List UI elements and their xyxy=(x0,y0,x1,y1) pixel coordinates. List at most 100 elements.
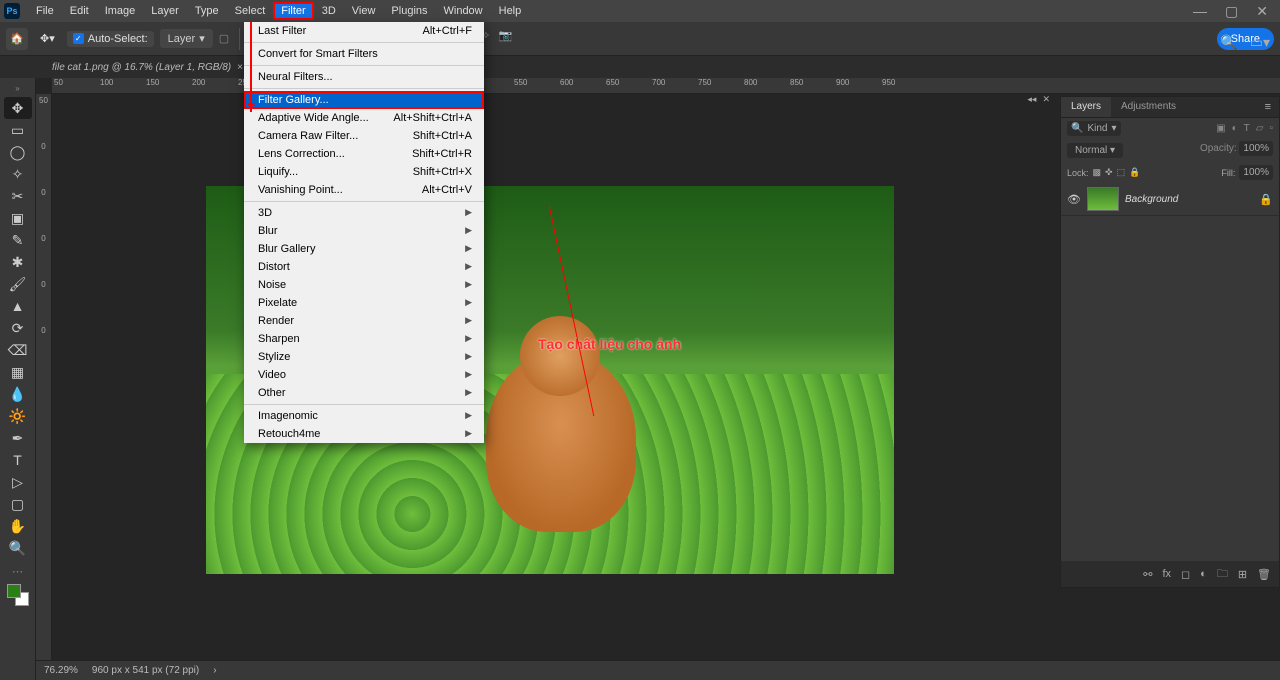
opacity-value[interactable]: 100% xyxy=(1239,141,1273,156)
autoselect-checkbox[interactable]: ✓ Auto-Select: xyxy=(67,31,154,47)
menu-layer[interactable]: Layer xyxy=(143,2,187,20)
menu-item-imagenomic[interactable]: Imagenomic▶ xyxy=(244,407,484,425)
tool-eraser[interactable]: ⌫ xyxy=(4,339,32,361)
tool-artboard[interactable]: ▭ xyxy=(4,119,32,141)
menu-item-blur[interactable]: Blur▶ xyxy=(244,222,484,240)
layer-thumbnail[interactable] xyxy=(1087,187,1119,211)
lock-artboard-icon[interactable]: ⬚ xyxy=(1117,167,1126,178)
filter-smart-icon[interactable]: ▫ xyxy=(1269,123,1273,134)
menu-item-filter-gallery[interactable]: Filter Gallery... xyxy=(244,91,484,109)
layer-name[interactable]: Background xyxy=(1125,194,1253,205)
filter-kind-dropdown[interactable]: Kind xyxy=(1087,123,1107,134)
autoselect-target-dropdown[interactable]: Layer▾ xyxy=(160,29,213,48)
menu-item-adaptive-wide-angle[interactable]: Adaptive Wide Angle...Alt+Shift+Ctrl+A xyxy=(244,109,484,127)
blend-mode-dropdown[interactable]: Normal ▾ xyxy=(1067,143,1123,158)
doc-tab-0[interactable]: file cat 1.png @ 16.7% (Layer 1, RGB/8)× xyxy=(42,59,253,76)
fx-icon[interactable]: fx xyxy=(1162,568,1171,580)
edit-toolbar-icon[interactable]: ⋯ xyxy=(12,565,23,578)
tool-quick-select[interactable]: ✧ xyxy=(4,163,32,185)
workspace-icon[interactable]: ▭▾ xyxy=(1250,34,1270,51)
menu-3d[interactable]: 3D xyxy=(314,2,344,20)
tool-lasso[interactable]: ◯ xyxy=(4,141,32,163)
menu-image[interactable]: Image xyxy=(97,2,144,20)
adjustment-icon[interactable]: ◐ xyxy=(1200,568,1207,580)
tool-type[interactable]: T xyxy=(4,449,32,471)
lock-all-icon[interactable]: 🔒 xyxy=(1129,167,1140,178)
delete-icon[interactable]: 🗑 xyxy=(1257,568,1271,581)
menu-item-stylize[interactable]: Stylize▶ xyxy=(244,348,484,366)
lock-pixels-icon[interactable]: ▩ xyxy=(1093,167,1102,178)
menu-item-last-filter[interactable]: Last FilterAlt+Ctrl+F xyxy=(244,22,484,40)
tool-brush[interactable]: 🖌 xyxy=(4,273,32,295)
menu-window[interactable]: Window xyxy=(436,2,491,20)
toolbar-expand-icon[interactable]: » xyxy=(15,84,19,93)
menu-item-retouch4me[interactable]: Retouch4me▶ xyxy=(244,425,484,443)
panel-tab-adjustments[interactable]: Adjustments xyxy=(1111,97,1186,117)
menu-view[interactable]: View xyxy=(344,2,384,20)
tool-healing[interactable]: ✱ xyxy=(4,251,32,273)
chevron-right-icon[interactable]: › xyxy=(213,665,216,676)
tool-zoom[interactable]: 🔍 xyxy=(4,537,32,559)
filter-pixel-icon[interactable]: ▣ xyxy=(1216,123,1225,134)
menu-item-render[interactable]: Render▶ xyxy=(244,312,484,330)
zoom-level[interactable]: 76.29% xyxy=(44,665,78,676)
menu-item-sharpen[interactable]: Sharpen▶ xyxy=(244,330,484,348)
menu-item-neural-filters[interactable]: Neural Filters... xyxy=(244,68,484,86)
tool-clone[interactable]: ▲ xyxy=(4,295,32,317)
panel-collapse-icon[interactable]: ◂◂ xyxy=(1027,94,1036,105)
menu-item-3d[interactable]: 3D▶ xyxy=(244,204,484,222)
panel-menu-icon[interactable]: ≡ xyxy=(1257,97,1279,117)
menu-item-vanishing-point[interactable]: Vanishing Point...Alt+Ctrl+V xyxy=(244,181,484,199)
new-layer-icon[interactable]: ⊞ xyxy=(1238,568,1247,581)
filter-shape-icon[interactable]: ▱ xyxy=(1256,123,1264,134)
3d-camera-icon[interactable]: 📷 xyxy=(499,29,513,48)
tool-frame[interactable]: ▣ xyxy=(4,207,32,229)
panel-tab-layers[interactable]: Layers xyxy=(1061,97,1111,117)
tool-history-brush[interactable]: ⟳ xyxy=(4,317,32,339)
menu-item-pixelate[interactable]: Pixelate▶ xyxy=(244,294,484,312)
fill-value[interactable]: 100% xyxy=(1239,165,1273,180)
menu-item-camera-raw-filter[interactable]: Camera Raw Filter...Shift+Ctrl+A xyxy=(244,127,484,145)
home-icon[interactable]: 🏠 xyxy=(6,28,28,50)
group-icon[interactable]: 🗀 xyxy=(1217,565,1228,584)
menu-help[interactable]: Help xyxy=(491,2,530,20)
mask-icon[interactable]: ◻ xyxy=(1181,568,1190,581)
window-maximize-icon[interactable]: ▢ xyxy=(1225,3,1238,20)
menu-item-distort[interactable]: Distort▶ xyxy=(244,258,484,276)
window-minimize-icon[interactable]: — xyxy=(1193,3,1207,20)
visibility-icon[interactable]: 👁 xyxy=(1067,193,1081,206)
filter-type-icon[interactable]: T xyxy=(1244,123,1250,134)
tool-pen[interactable]: ✒ xyxy=(4,427,32,449)
tool-dodge[interactable]: 🔆 xyxy=(4,405,32,427)
search-icon[interactable]: 🔍 xyxy=(1220,34,1237,51)
menu-type[interactable]: Type xyxy=(187,2,227,20)
menu-edit[interactable]: Edit xyxy=(62,2,97,20)
filter-adjust-icon[interactable]: ◐ xyxy=(1232,123,1238,134)
window-close-icon[interactable]: ✕ xyxy=(1256,3,1268,20)
menu-select[interactable]: Select xyxy=(227,2,274,20)
menu-file[interactable]: File xyxy=(28,2,62,20)
tool-gradient[interactable]: ▦ xyxy=(4,361,32,383)
menu-item-video[interactable]: Video▶ xyxy=(244,366,484,384)
tool-rectangle[interactable]: ▢ xyxy=(4,493,32,515)
close-icon[interactable]: × xyxy=(237,62,243,73)
menu-filter[interactable]: Filter xyxy=(273,2,313,20)
menu-item-blur-gallery[interactable]: Blur Gallery▶ xyxy=(244,240,484,258)
tool-path-select[interactable]: ▷ xyxy=(4,471,32,493)
tool-hand[interactable]: ✋ xyxy=(4,515,32,537)
layer-row[interactable]: 👁 Background 🔒 xyxy=(1061,183,1279,216)
menu-item-lens-correction[interactable]: Lens Correction...Shift+Ctrl+R xyxy=(244,145,484,163)
tool-crop[interactable]: ✂ xyxy=(4,185,32,207)
lock-position-icon[interactable]: ✜ xyxy=(1105,167,1113,178)
panel-close-icon[interactable]: ✕ xyxy=(1042,94,1050,105)
link-layers-icon[interactable]: ⚯ xyxy=(1143,568,1152,581)
menu-item-convert-for-smart-filters[interactable]: Convert for Smart Filters xyxy=(244,45,484,63)
tool-eyedropper[interactable]: ✎ xyxy=(4,229,32,251)
tool-blur[interactable]: 💧 xyxy=(4,383,32,405)
menu-item-noise[interactable]: Noise▶ xyxy=(244,276,484,294)
menu-item-other[interactable]: Other▶ xyxy=(244,384,484,402)
menu-plugins[interactable]: Plugins xyxy=(383,2,435,20)
menu-item-liquify[interactable]: Liquify...Shift+Ctrl+X xyxy=(244,163,484,181)
tool-move[interactable]: ✥ xyxy=(4,97,32,119)
show-transform-checkbox[interactable]: ▢ xyxy=(219,32,229,45)
